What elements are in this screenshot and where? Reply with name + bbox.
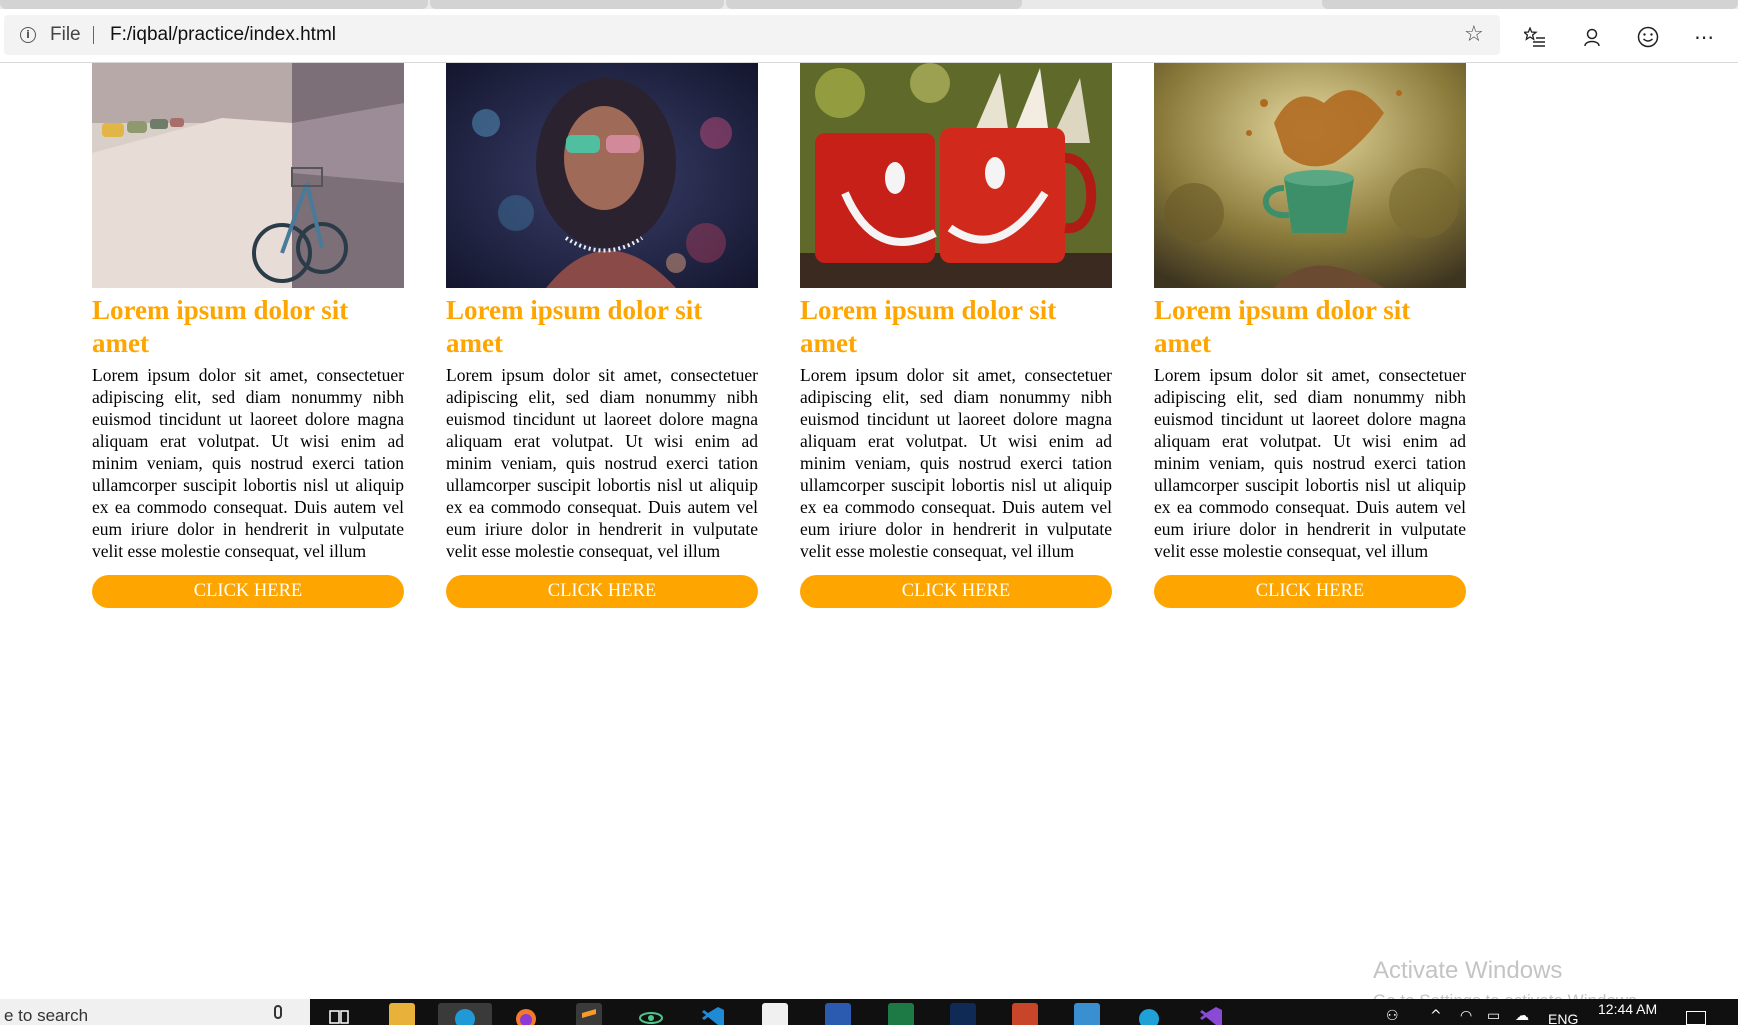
card-title: Lorem ipsum dolor sit amet: [800, 295, 1057, 358]
vscode-icon[interactable]: [700, 1003, 726, 1025]
click-here-button[interactable]: CLICK HERE: [800, 575, 1112, 608]
firefox-icon[interactable]: [513, 1003, 539, 1029]
tab-strip: [0, 0, 1738, 9]
photoshop-icon[interactable]: [950, 1003, 976, 1025]
taskbar-search-text: e to search: [4, 1006, 89, 1025]
card: Lorem ipsum dolor sit amet Lorem ipsum d…: [800, 63, 1112, 608]
tab[interactable]: [0, 0, 428, 9]
page-content: Lorem ipsum dolor sit amet Lorem ipsum d…: [0, 63, 1738, 1010]
tab[interactable]: [430, 0, 724, 9]
taskbar: e to search ⚇ ^ ◠ ▭ ☁ ENG 12:44 AM: [0, 999, 1738, 1029]
info-icon[interactable]: i: [20, 27, 36, 43]
street-bicycle-photo: [92, 63, 404, 288]
card-title: Lorem ipsum dolor sit amet: [92, 295, 349, 358]
battery-icon[interactable]: ▭: [1487, 1009, 1500, 1023]
card-title: Lorem ipsum dolor sit amet: [446, 295, 703, 358]
people-icon[interactable]: ⚇: [1386, 1009, 1399, 1023]
control-panel-icon[interactable]: [1074, 1003, 1100, 1025]
tab[interactable]: [1322, 0, 1738, 9]
card-body: Lorem ipsum dolor sit amet, consectetuer…: [446, 365, 758, 561]
url-text[interactable]: F:/iqbal/practice/index.html: [110, 25, 336, 45]
notification-icon[interactable]: [1686, 1011, 1706, 1025]
woman-sunglasses-bokeh-photo: [446, 63, 758, 288]
coffee-splash-cup-photo: [1154, 63, 1466, 288]
visual-studio-icon[interactable]: [1198, 1003, 1224, 1025]
excel-icon[interactable]: [888, 1003, 914, 1025]
file-explorer-icon[interactable]: [389, 1003, 415, 1025]
profile-icon[interactable]: [1578, 23, 1606, 51]
microphone-icon[interactable]: [274, 1005, 282, 1019]
powerpoint-icon[interactable]: [1012, 1003, 1038, 1025]
edge-icon[interactable]: [1136, 1003, 1162, 1029]
network-icon[interactable]: ◠: [1460, 1009, 1472, 1023]
tab[interactable]: [726, 0, 1022, 9]
word-icon[interactable]: [825, 1003, 851, 1025]
card: Lorem ipsum dolor sit amet Lorem ipsum d…: [1154, 63, 1466, 608]
separator: [93, 26, 94, 44]
task-view-icon[interactable]: [326, 1003, 352, 1025]
scheme-label: File: [50, 24, 81, 45]
card: Lorem ipsum dolor sit amet Lorem ipsum d…: [446, 63, 758, 608]
clock-time[interactable]: 12:44 AM: [1598, 1001, 1657, 1017]
click-here-button[interactable]: CLICK HERE: [92, 575, 404, 608]
click-here-button[interactable]: CLICK HERE: [1154, 575, 1466, 608]
edge-browser-icon[interactable]: [438, 1003, 492, 1029]
card-title: Lorem ipsum dolor sit amet: [1154, 295, 1411, 358]
red-smiley-mugs-photo: [800, 63, 1112, 288]
click-here-button[interactable]: CLICK HERE: [446, 575, 758, 608]
onedrive-icon[interactable]: ☁: [1515, 1009, 1529, 1023]
favorites-list-icon[interactable]: [1521, 23, 1549, 51]
sublime-text-icon[interactable]: [576, 1003, 602, 1025]
card-body: Lorem ipsum dolor sit amet, consectetuer…: [800, 365, 1112, 561]
star-outline-icon[interactable]: ☆: [1464, 23, 1484, 47]
activate-windows-title: Activate Windows: [1373, 957, 1563, 984]
document-icon[interactable]: [762, 1003, 788, 1025]
card-body: Lorem ipsum dolor sit amet, consectetuer…: [92, 365, 404, 561]
feedback-smiley-icon[interactable]: [1634, 23, 1662, 51]
address-bar: i File F:/iqbal/practice/index.html ☆ ⋯: [0, 9, 1738, 63]
more-ellipsis-icon[interactable]: ⋯: [1690, 23, 1718, 51]
card-body: Lorem ipsum dolor sit amet, consectetuer…: [1154, 365, 1466, 561]
chevron-up-icon[interactable]: ^: [1430, 1009, 1442, 1023]
taskbar-search[interactable]: e to search: [0, 999, 310, 1025]
url-field[interactable]: i File F:/iqbal/practice/index.html ☆: [4, 15, 1500, 55]
atom-icon[interactable]: [638, 1003, 664, 1025]
card: Lorem ipsum dolor sit amet Lorem ipsum d…: [92, 63, 404, 608]
